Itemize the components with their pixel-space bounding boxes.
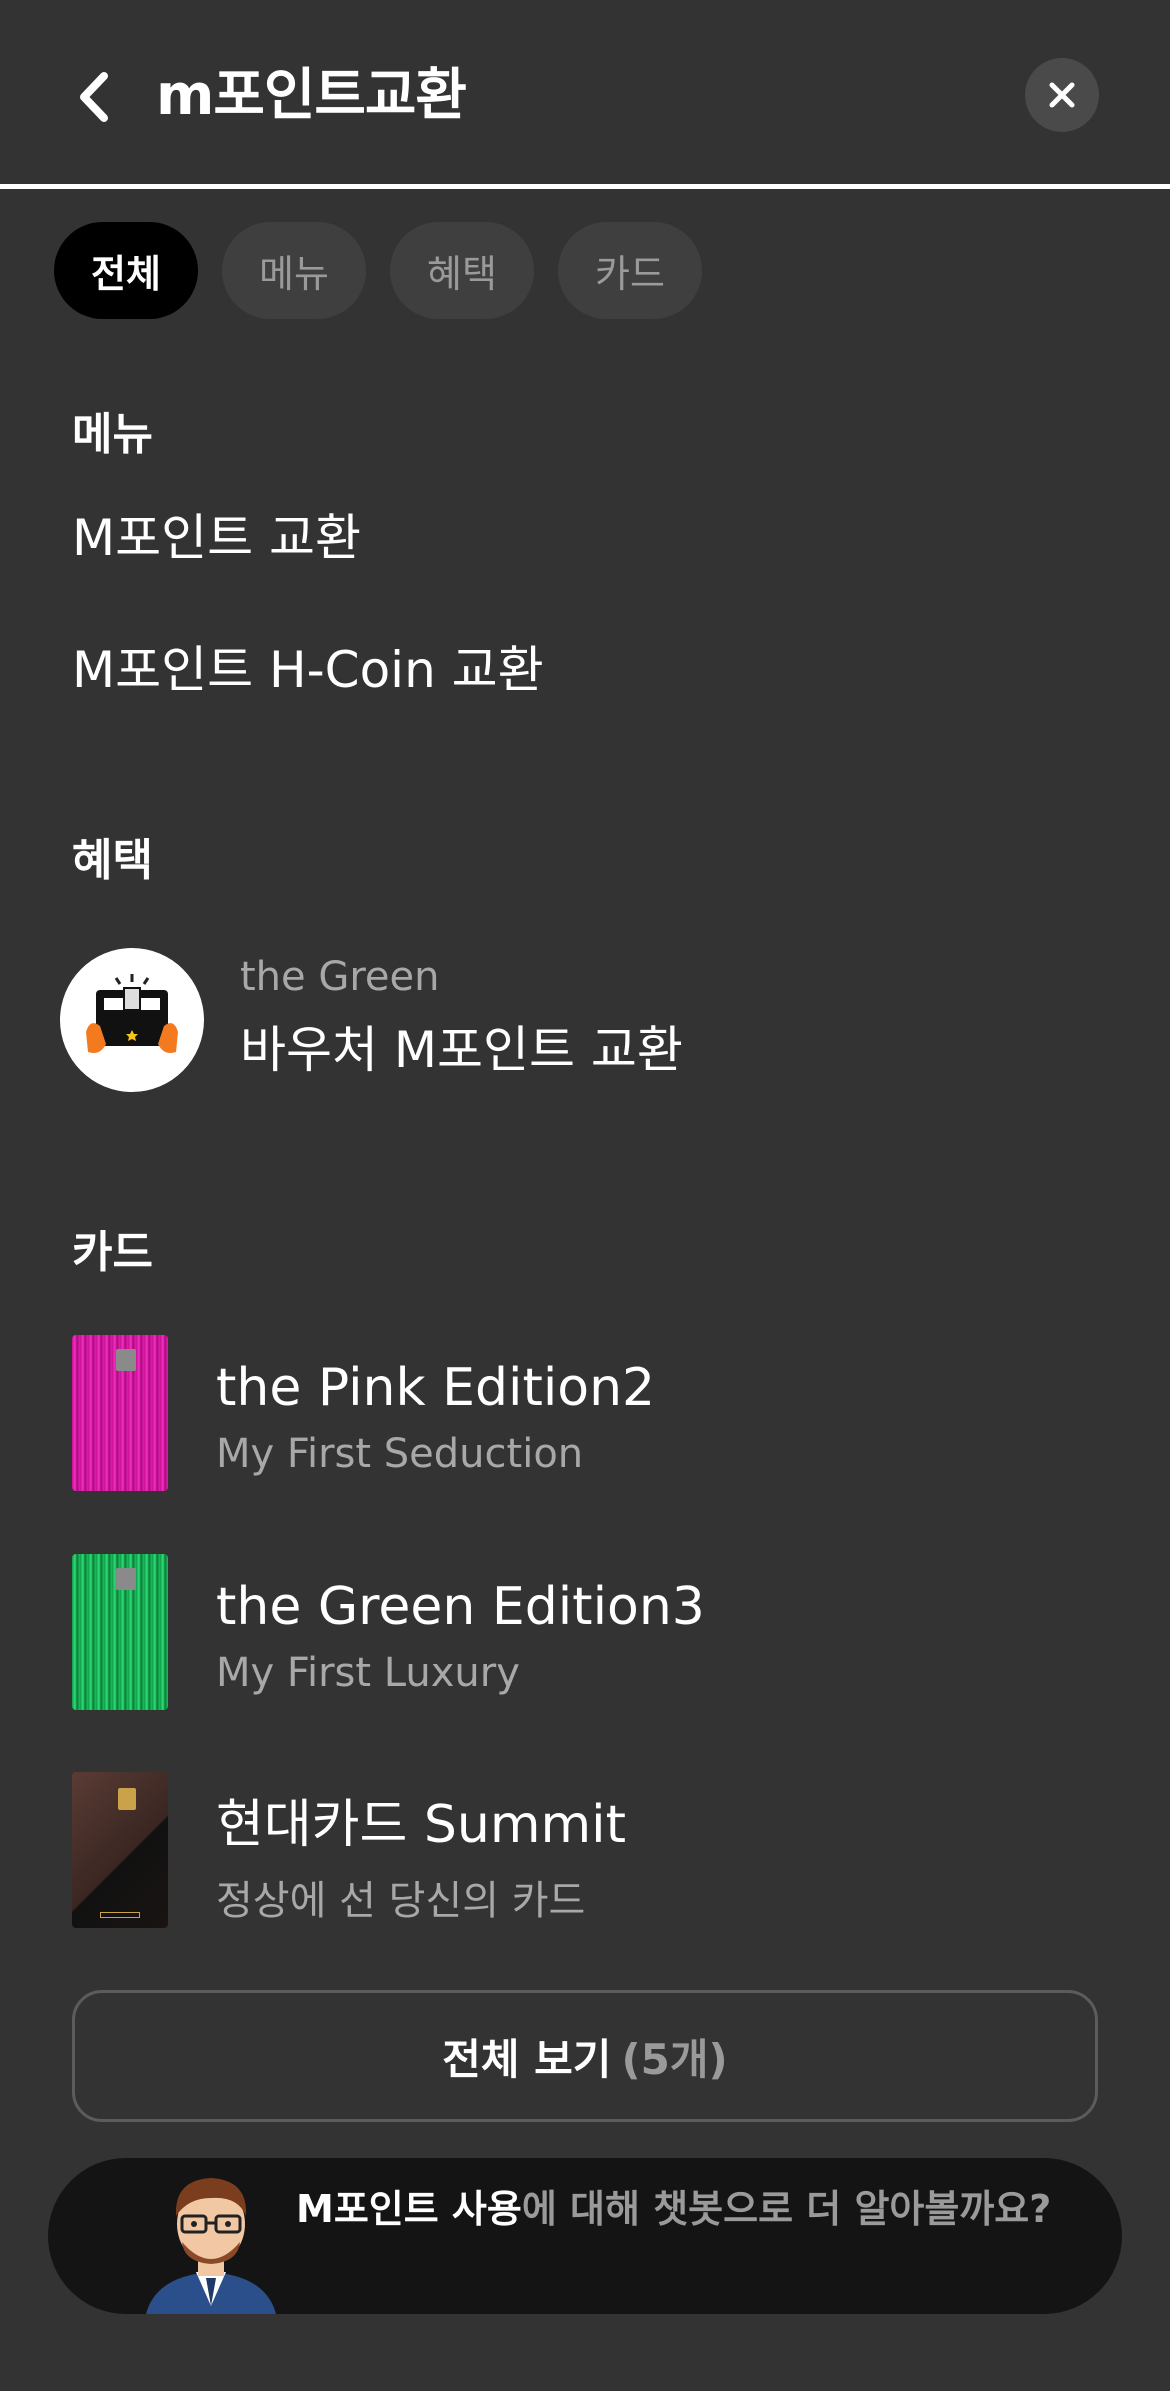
menu-item-mpoint-exchange[interactable]: M포인트 교환 bbox=[72, 504, 361, 572]
chatbot-rest: 에 대해 챗봇으로 더 알아볼까요? bbox=[521, 2187, 1052, 2231]
card-tagline: 정상에 선 당신의 카드 bbox=[216, 1878, 586, 1924]
chatbot-prompt: M포인트 사용에 대해 챗봇으로 더 알아볼까요? bbox=[296, 2180, 1076, 2238]
header: m포인트교환 bbox=[0, 0, 1170, 189]
card-item-pink-edition2[interactable]: the Pink Edition2 My First Seduction bbox=[72, 1335, 1072, 1491]
card-thumbnail bbox=[72, 1772, 168, 1928]
chatbot-banner[interactable]: M포인트 사용에 대해 챗봇으로 더 알아볼까요? bbox=[48, 2158, 1122, 2314]
card-item-green-edition3[interactable]: the Green Edition3 My First Luxury bbox=[72, 1554, 1072, 1710]
benefit-subtitle: the Green bbox=[240, 954, 440, 1000]
card-thumbnail bbox=[72, 1335, 168, 1491]
chatbot-highlight: M포인트 사용 bbox=[296, 2187, 522, 2231]
benefit-section-heading: 혜택 bbox=[72, 835, 153, 886]
card-name: the Green Edition3 bbox=[216, 1577, 705, 1637]
card-section-heading: 카드 bbox=[72, 1227, 153, 1278]
menu-section-heading: 메뉴 bbox=[72, 409, 153, 460]
tab-all[interactable]: 전체 bbox=[54, 222, 198, 319]
close-button[interactable] bbox=[1025, 58, 1099, 132]
filter-tabs: 전체 메뉴 혜택 카드 bbox=[54, 222, 702, 319]
chatbot-avatar-icon bbox=[126, 2166, 296, 2314]
view-all-label: 전체 보기 bbox=[442, 2034, 612, 2084]
card-thumbnail bbox=[72, 1554, 168, 1710]
back-button[interactable] bbox=[66, 62, 122, 132]
benefit-item-voucher[interactable]: the Green 바우처 M포인트 교환 bbox=[60, 948, 1110, 1092]
view-all-count: (5개) bbox=[621, 2034, 728, 2084]
chevron-left-icon bbox=[80, 72, 108, 122]
benefit-title: 바우처 M포인트 교환 bbox=[240, 1021, 683, 1079]
header-divider bbox=[0, 184, 1170, 189]
tab-card[interactable]: 카드 bbox=[558, 222, 702, 319]
card-name: 현대카드 Summit bbox=[216, 1795, 626, 1855]
voucher-gift-icon bbox=[60, 948, 204, 1092]
tab-benefit[interactable]: 혜택 bbox=[390, 222, 534, 319]
card-item-summit[interactable]: 현대카드 Summit 정상에 선 당신의 카드 bbox=[72, 1772, 1072, 1928]
menu-item-mpoint-hcoin-exchange[interactable]: M포인트 H-Coin 교환 bbox=[72, 636, 544, 704]
card-tagline: My First Luxury bbox=[216, 1650, 520, 1696]
card-name: the Pink Edition2 bbox=[216, 1358, 656, 1418]
page-title: m포인트교환 bbox=[156, 63, 467, 128]
close-icon bbox=[1049, 82, 1075, 108]
card-tagline: My First Seduction bbox=[216, 1431, 584, 1477]
tab-menu[interactable]: 메뉴 bbox=[222, 222, 366, 319]
view-all-button[interactable]: 전체 보기 (5개) bbox=[72, 1990, 1098, 2122]
page: m포인트교환 전체 메뉴 혜택 카드 메뉴 M포인트 교환 M포인트 H-Coi… bbox=[0, 0, 1170, 2391]
